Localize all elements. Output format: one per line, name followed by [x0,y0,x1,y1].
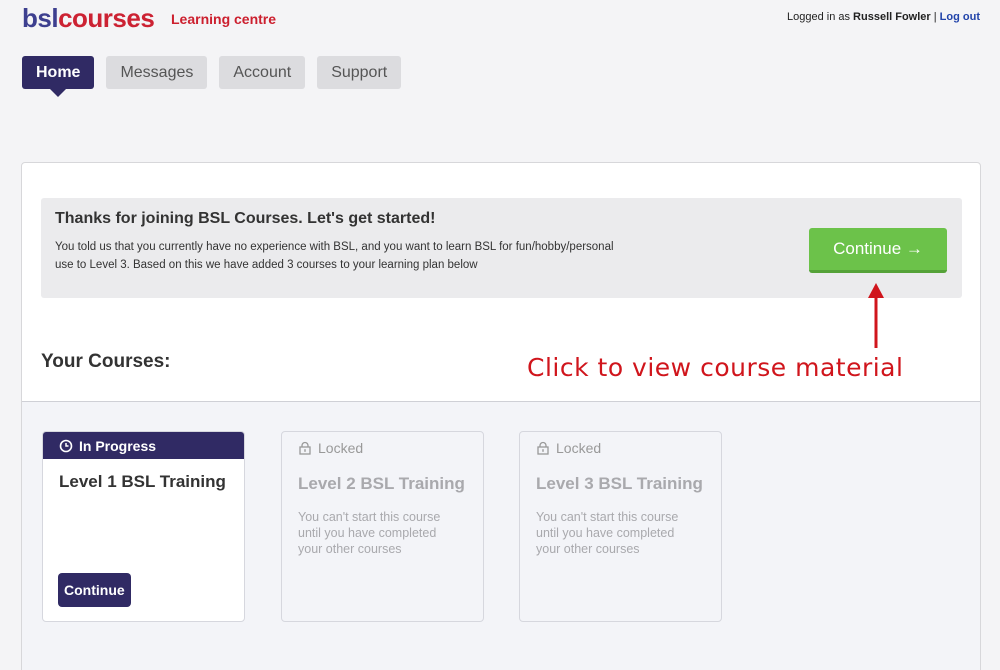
logout-link[interactable]: Log out [940,11,980,23]
course-card-level-1: In Progress Level 1 BSL Training Continu… [42,431,245,622]
clock-icon [59,439,73,453]
tab-messages[interactable]: Messages [106,56,208,89]
course-locked-description: You can't start this course until you ha… [536,510,679,556]
main-panel: Thanks for joining BSL Courses. Let's ge… [21,162,981,670]
continue-button[interactable]: Continue → [809,228,947,273]
separator: | [933,11,937,23]
tab-home[interactable]: Home [22,56,95,97]
lock-icon [298,441,312,455]
tagline: Learning centre [171,11,277,27]
tab-support[interactable]: Support [317,56,402,89]
course-status-label: Locked [318,439,364,456]
tab-account[interactable]: Account [219,56,306,89]
welcome-box: Thanks for joining BSL Courses. Let's ge… [41,198,962,298]
main-nav-tabs: Home Messages Account Support [22,56,402,97]
login-status: Logged in as Russell Fowler | Log out [787,11,980,23]
course-title: Level 1 BSL Training [59,472,226,491]
annotation-arrow-icon [868,283,884,348]
course-status-label: In Progress [79,437,157,454]
annotation-text: Click to view course material [527,353,904,382]
logo-part-courses: courses [58,3,155,33]
welcome-title: Thanks for joining BSL Courses. Let's ge… [55,210,436,227]
course-title: Level 3 BSL Training [536,474,703,493]
course-status-bar: Locked [282,434,483,461]
logo-part-bsl: bsl [22,3,59,33]
course-card-level-2: Locked Level 2 BSL Training You can't st… [281,431,484,622]
your-courses-heading: Your Courses: [41,351,171,372]
course-continue-button[interactable]: Continue [58,573,131,607]
course-status-bar: Locked [520,434,721,461]
logo[interactable]: bslcourses [22,2,155,34]
logged-in-prefix: Logged in as [786,11,850,23]
course-status-label: Locked [556,439,602,456]
welcome-text: You told us that you currently have no e… [55,241,614,271]
course-status-bar: In Progress [43,432,244,459]
lock-icon [536,441,550,455]
courses-area: In Progress Level 1 BSL Training Continu… [22,401,980,670]
course-card-level-3: Locked Level 3 BSL Training You can't st… [519,431,722,622]
course-title: Level 2 BSL Training [298,474,465,493]
user-name: Russell Fowler [853,11,931,23]
course-locked-description: You can't start this course until you ha… [298,510,441,556]
